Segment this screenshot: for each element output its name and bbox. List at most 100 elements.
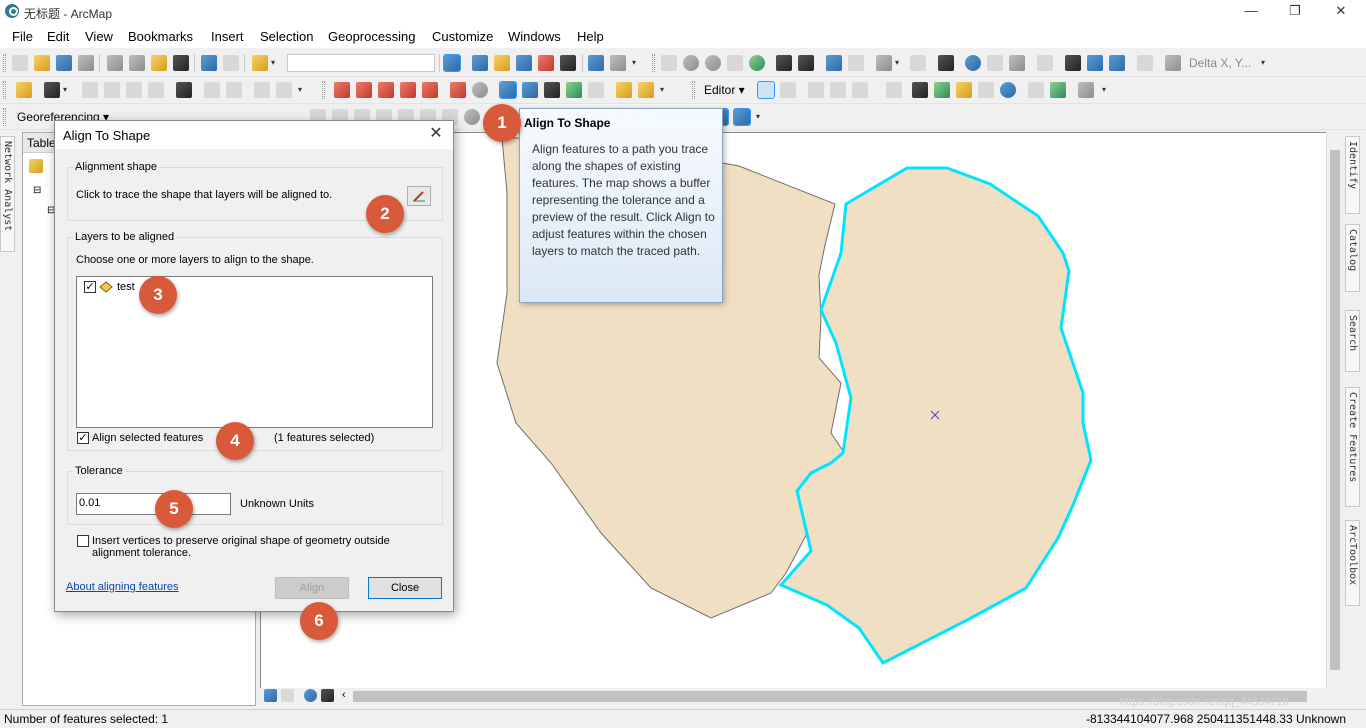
end-point-arc-icon[interactable] <box>830 82 846 98</box>
cut-polygons-icon[interactable] <box>956 82 972 98</box>
table-of-contents-icon[interactable] <box>472 55 488 71</box>
topology-icon[interactable] <box>82 82 98 98</box>
expand-layers-toggle-icon[interactable]: ⊟ <box>33 185 41 196</box>
python-window-icon[interactable] <box>560 55 576 71</box>
split-line-icon[interactable] <box>378 82 394 98</box>
edit-vertices-icon[interactable] <box>588 82 604 98</box>
smooth-icon[interactable] <box>472 82 488 98</box>
dialog-close-button[interactable]: Close <box>368 577 442 599</box>
go-to-xy-icon[interactable] <box>1109 55 1125 71</box>
union-icon[interactable] <box>638 82 654 98</box>
list-by-drawing-order-icon[interactable] <box>29 159 43 173</box>
menu-edit[interactable]: Edit <box>47 29 69 44</box>
menu-file[interactable]: File <box>12 29 33 44</box>
menu-windows[interactable]: Windows <box>508 29 561 44</box>
toolbar-options-icon[interactable]: ▾ <box>1102 83 1109 97</box>
layers-listbox[interactable]: ✓ test <box>76 276 433 428</box>
about-aligning-link[interactable]: About aligning features <box>66 581 179 593</box>
trace-shape-button[interactable] <box>407 186 431 206</box>
shared-edges-icon[interactable] <box>126 82 142 98</box>
layer-package-icon[interactable] <box>16 82 32 98</box>
toolbar-options-icon[interactable]: ▾ <box>632 56 639 70</box>
trace-icon[interactable] <box>852 82 868 98</box>
error-inspector-icon[interactable] <box>254 82 270 98</box>
toolbar-grip[interactable] <box>3 81 6 99</box>
toolbar-grip[interactable] <box>652 54 655 72</box>
data-view-icon[interactable] <box>264 689 277 702</box>
cut-icon[interactable] <box>107 55 123 71</box>
topology-edit-icon[interactable] <box>104 82 120 98</box>
toolbar-grip[interactable] <box>322 81 325 99</box>
redo-icon[interactable] <box>223 55 239 71</box>
zoom-in-icon[interactable] <box>683 55 699 71</box>
copy-icon[interactable] <box>129 55 145 71</box>
layer-checkbox[interactable]: ✓ <box>84 281 96 293</box>
add-data-dropdown-icon[interactable]: ▾ <box>271 56 278 70</box>
search-window-icon[interactable] <box>516 55 532 71</box>
create-features-icon[interactable] <box>1078 82 1094 98</box>
replace-geometry-icon[interactable] <box>566 82 582 98</box>
align-selected-checkbox[interactable]: ✓ <box>77 432 89 444</box>
layout-view-icon[interactable] <box>281 689 294 702</box>
align-button[interactable]: Align <box>275 577 349 599</box>
create-viewer-window-icon[interactable] <box>1165 55 1181 71</box>
restore-button[interactable]: ❐ <box>1272 0 1318 24</box>
dialog-close-icon[interactable]: ✕ <box>421 123 451 147</box>
generalize-icon[interactable] <box>450 82 466 98</box>
toolbar-options-icon[interactable]: ▾ <box>660 83 667 97</box>
split-icon[interactable] <box>148 82 164 98</box>
clear-selection-icon[interactable] <box>910 55 926 71</box>
fixed-zoom-out-icon[interactable] <box>798 55 814 71</box>
identify-icon[interactable] <box>965 55 981 71</box>
hyperlink-icon[interactable] <box>987 55 1003 71</box>
map-scale-combo[interactable] <box>287 54 435 72</box>
menu-view[interactable]: View <box>85 29 113 44</box>
zoom-out-icon[interactable] <box>705 55 721 71</box>
catalog-window-icon[interactable] <box>494 55 510 71</box>
map-topology-icon[interactable] <box>176 82 192 98</box>
modelbuilder-icon[interactable] <box>588 55 604 71</box>
select-features-icon[interactable] <box>876 55 892 71</box>
refresh-view-icon[interactable] <box>304 689 317 702</box>
edit-vertices-tool-icon[interactable] <box>912 82 928 98</box>
reshape-feature-icon[interactable] <box>934 82 950 98</box>
measure-icon[interactable] <box>1037 55 1053 71</box>
refresh-icon[interactable] <box>464 109 480 125</box>
rotate-icon[interactable] <box>522 82 538 98</box>
georef-tool-icon[interactable] <box>44 82 60 98</box>
menu-customize[interactable]: Customize <box>432 29 493 44</box>
toolbar-grip[interactable] <box>3 108 6 126</box>
network-analyst-tab[interactable]: Network Analyst <box>0 136 15 252</box>
arctoolbox-tab[interactable]: ArcToolbox <box>1345 520 1360 606</box>
edit-annotation-icon[interactable] <box>780 82 796 98</box>
toolbar-options-icon[interactable]: ▾ <box>756 110 763 124</box>
print-icon[interactable] <box>78 55 94 71</box>
toolbar-grip[interactable] <box>3 54 6 72</box>
catalog-tab[interactable]: Catalog <box>1345 224 1360 292</box>
zoom-in-fixed-icon[interactable] <box>661 55 677 71</box>
toolbar-grip[interactable] <box>692 81 695 99</box>
tolerance-input[interactable]: 0.01 <box>76 493 231 515</box>
menu-geoprocessing[interactable]: Geoprocessing <box>328 29 415 44</box>
toolbar-options-icon[interactable]: ▾ <box>298 83 305 97</box>
extend-trim-icon[interactable] <box>356 82 372 98</box>
editor-toolbar-icon[interactable] <box>443 54 461 72</box>
undo-icon[interactable] <box>201 55 217 71</box>
topology-rules-icon[interactable] <box>276 82 292 98</box>
straight-segment-icon[interactable] <box>808 82 824 98</box>
fixed-zoom-in-icon[interactable] <box>776 55 792 71</box>
time-slider-icon[interactable] <box>1137 55 1153 71</box>
copy-parallel-icon[interactable] <box>422 82 438 98</box>
pause-drawing-icon[interactable] <box>321 689 334 702</box>
minimize-button[interactable]: — <box>1228 0 1274 24</box>
delete-icon[interactable] <box>173 55 189 71</box>
menu-selection[interactable]: Selection <box>260 29 313 44</box>
validate-icon[interactable] <box>204 82 220 98</box>
sketch-properties-icon[interactable] <box>1050 82 1066 98</box>
line-tool-icon[interactable] <box>334 82 350 98</box>
menu-bookmarks[interactable]: Bookmarks <box>128 29 193 44</box>
editor-menu[interactable]: Editor ▾ <box>704 83 745 97</box>
create-features-tab[interactable]: Create Features <box>1345 387 1360 507</box>
open-folder-icon[interactable] <box>34 55 50 71</box>
toolbar-options-icon[interactable]: ▾ <box>1261 56 1268 70</box>
